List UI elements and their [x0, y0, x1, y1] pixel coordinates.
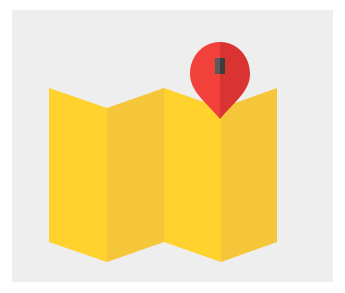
- pin-hole-right: [220, 58, 225, 74]
- pin-hole-left: [215, 58, 220, 74]
- map-fold-2: [107, 88, 164, 262]
- map-fold-3: [164, 88, 221, 262]
- map-fold-4: [221, 88, 277, 262]
- icon-canvas: [0, 0, 345, 293]
- icon-background-panel: [12, 10, 333, 282]
- map-fold-1: [49, 88, 107, 262]
- map-pin-icon: [12, 10, 333, 282]
